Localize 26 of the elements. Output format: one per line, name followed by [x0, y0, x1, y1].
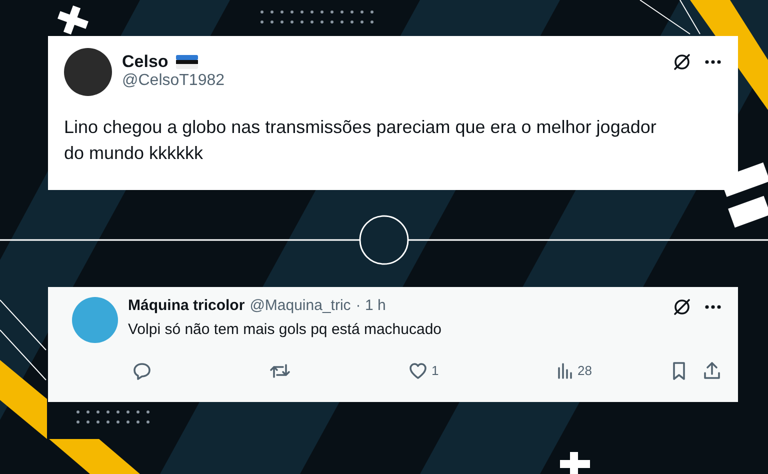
bar-chart-icon	[556, 362, 574, 380]
author-handle: @CelsoT1982	[122, 72, 226, 90]
plus-shape-drawing	[560, 452, 590, 474]
comment-icon	[132, 360, 152, 381]
slashed-circle-icon	[672, 52, 692, 72]
avatar	[72, 297, 118, 343]
post-text: Lino chegou a globo nas transmissões pareciam que era o melhor jogador do mundo kkkkkk	[64, 116, 658, 166]
author-name: Celso	[122, 52, 168, 72]
reply-button[interactable]	[132, 360, 152, 381]
flag-icon	[176, 55, 198, 69]
share-icon	[702, 360, 722, 381]
share-button[interactable]	[702, 360, 722, 381]
post-time: · 1 h	[356, 297, 386, 314]
bookmark-icon	[670, 360, 688, 381]
author-handle: @Maquina_tric	[250, 297, 351, 314]
bookmark-button[interactable]	[670, 360, 688, 381]
views-button[interactable]: 28	[556, 362, 592, 380]
heart-icon	[408, 360, 428, 381]
avatar	[64, 48, 112, 96]
center-circle-drawing	[359, 215, 409, 265]
author-name: Máquina tricolor	[128, 297, 245, 314]
like-button[interactable]: 1	[408, 360, 439, 381]
reply-text: Volpi só não tem mais gols pq está machucado	[128, 320, 443, 340]
more-icon	[704, 304, 722, 310]
more-icon	[704, 59, 722, 65]
slashed-circle-icon	[672, 297, 692, 317]
